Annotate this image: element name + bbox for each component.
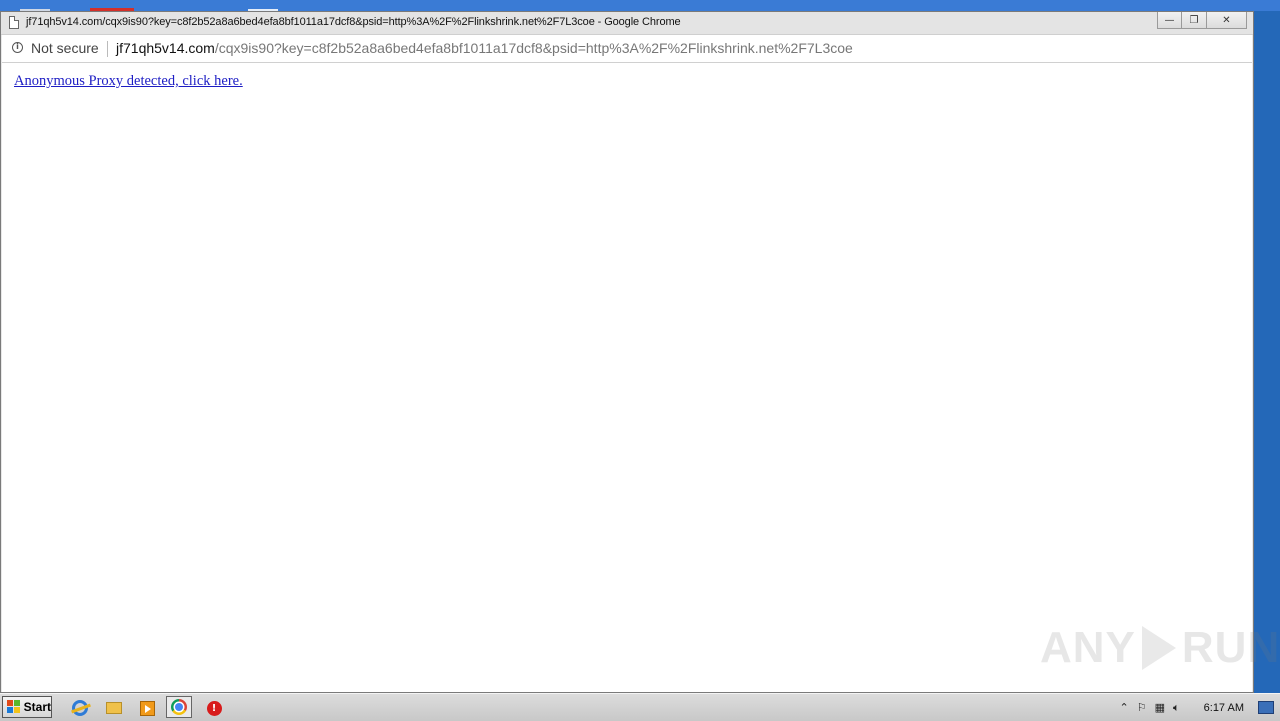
url-field[interactable]: jf71qh5v14.com/cqx9is90?key=c8f2b52a8a6b… xyxy=(116,40,853,56)
page-icon xyxy=(9,16,19,29)
clock[interactable]: 6:17 AM xyxy=(1204,702,1244,714)
anyrun-watermark: ANY RUN xyxy=(1040,623,1280,673)
proxy-detected-link[interactable]: Anonymous Proxy detected, click here. xyxy=(14,73,243,90)
watermark-right: RUN xyxy=(1181,623,1280,672)
start-button[interactable]: Start xyxy=(2,696,52,718)
folder-icon[interactable] xyxy=(104,698,124,718)
url-host: jf71qh5v14.com xyxy=(116,40,215,56)
start-label: Start xyxy=(23,700,51,714)
taskbar: Start ! ⌃ ⚐ ▦ 🔈︎ 6:17 AM xyxy=(0,693,1280,721)
stop-icon[interactable]: ! xyxy=(204,698,224,718)
page-content: Anonymous Proxy detected, click here. AN… xyxy=(2,63,1279,692)
url-path: /cqx9is90?key=c8f2b52a8a6bed4efa8bf1011a… xyxy=(214,40,853,56)
media-player-icon[interactable] xyxy=(137,698,157,718)
watermark-left: ANY xyxy=(1040,623,1136,672)
separator xyxy=(107,41,108,57)
info-icon[interactable]: i xyxy=(12,42,23,53)
desktop-background-edge xyxy=(1254,11,1280,693)
play-icon xyxy=(1141,626,1176,670)
show-hidden-icons-icon[interactable]: ⌃ xyxy=(1120,701,1129,714)
close-button[interactable]: ✕ xyxy=(1207,12,1247,29)
action-center-flag-icon[interactable]: ⚐ xyxy=(1137,701,1147,714)
windows-logo-icon xyxy=(7,700,21,714)
network-icon[interactable]: ▦ xyxy=(1155,701,1165,714)
address-bar[interactable]: i Not secure jf71qh5v14.com/cqx9is90?key… xyxy=(2,35,1252,63)
internet-explorer-icon[interactable] xyxy=(70,698,90,718)
chrome-window: jf71qh5v14.com/cqx9is90?key=c8f2b52a8a6b… xyxy=(0,11,1279,693)
title-bar[interactable]: jf71qh5v14.com/cqx9is90?key=c8f2b52a8a6b… xyxy=(1,12,1253,35)
show-desktop-icon[interactable] xyxy=(1258,701,1274,714)
chrome-icon[interactable] xyxy=(166,696,192,718)
minimize-button[interactable]: — xyxy=(1157,12,1182,29)
security-label[interactable]: Not secure xyxy=(31,40,99,56)
system-tray: ⌃ ⚐ ▦ 🔈︎ 6:17 AM xyxy=(1120,694,1280,721)
window-title: jf71qh5v14.com/cqx9is90?key=c8f2b52a8a6b… xyxy=(26,16,681,28)
volume-icon[interactable]: 🔈︎ xyxy=(1173,701,1180,715)
maximize-button[interactable]: ❐ xyxy=(1182,12,1207,29)
window-controls: — ❐ ✕ xyxy=(1157,12,1247,32)
